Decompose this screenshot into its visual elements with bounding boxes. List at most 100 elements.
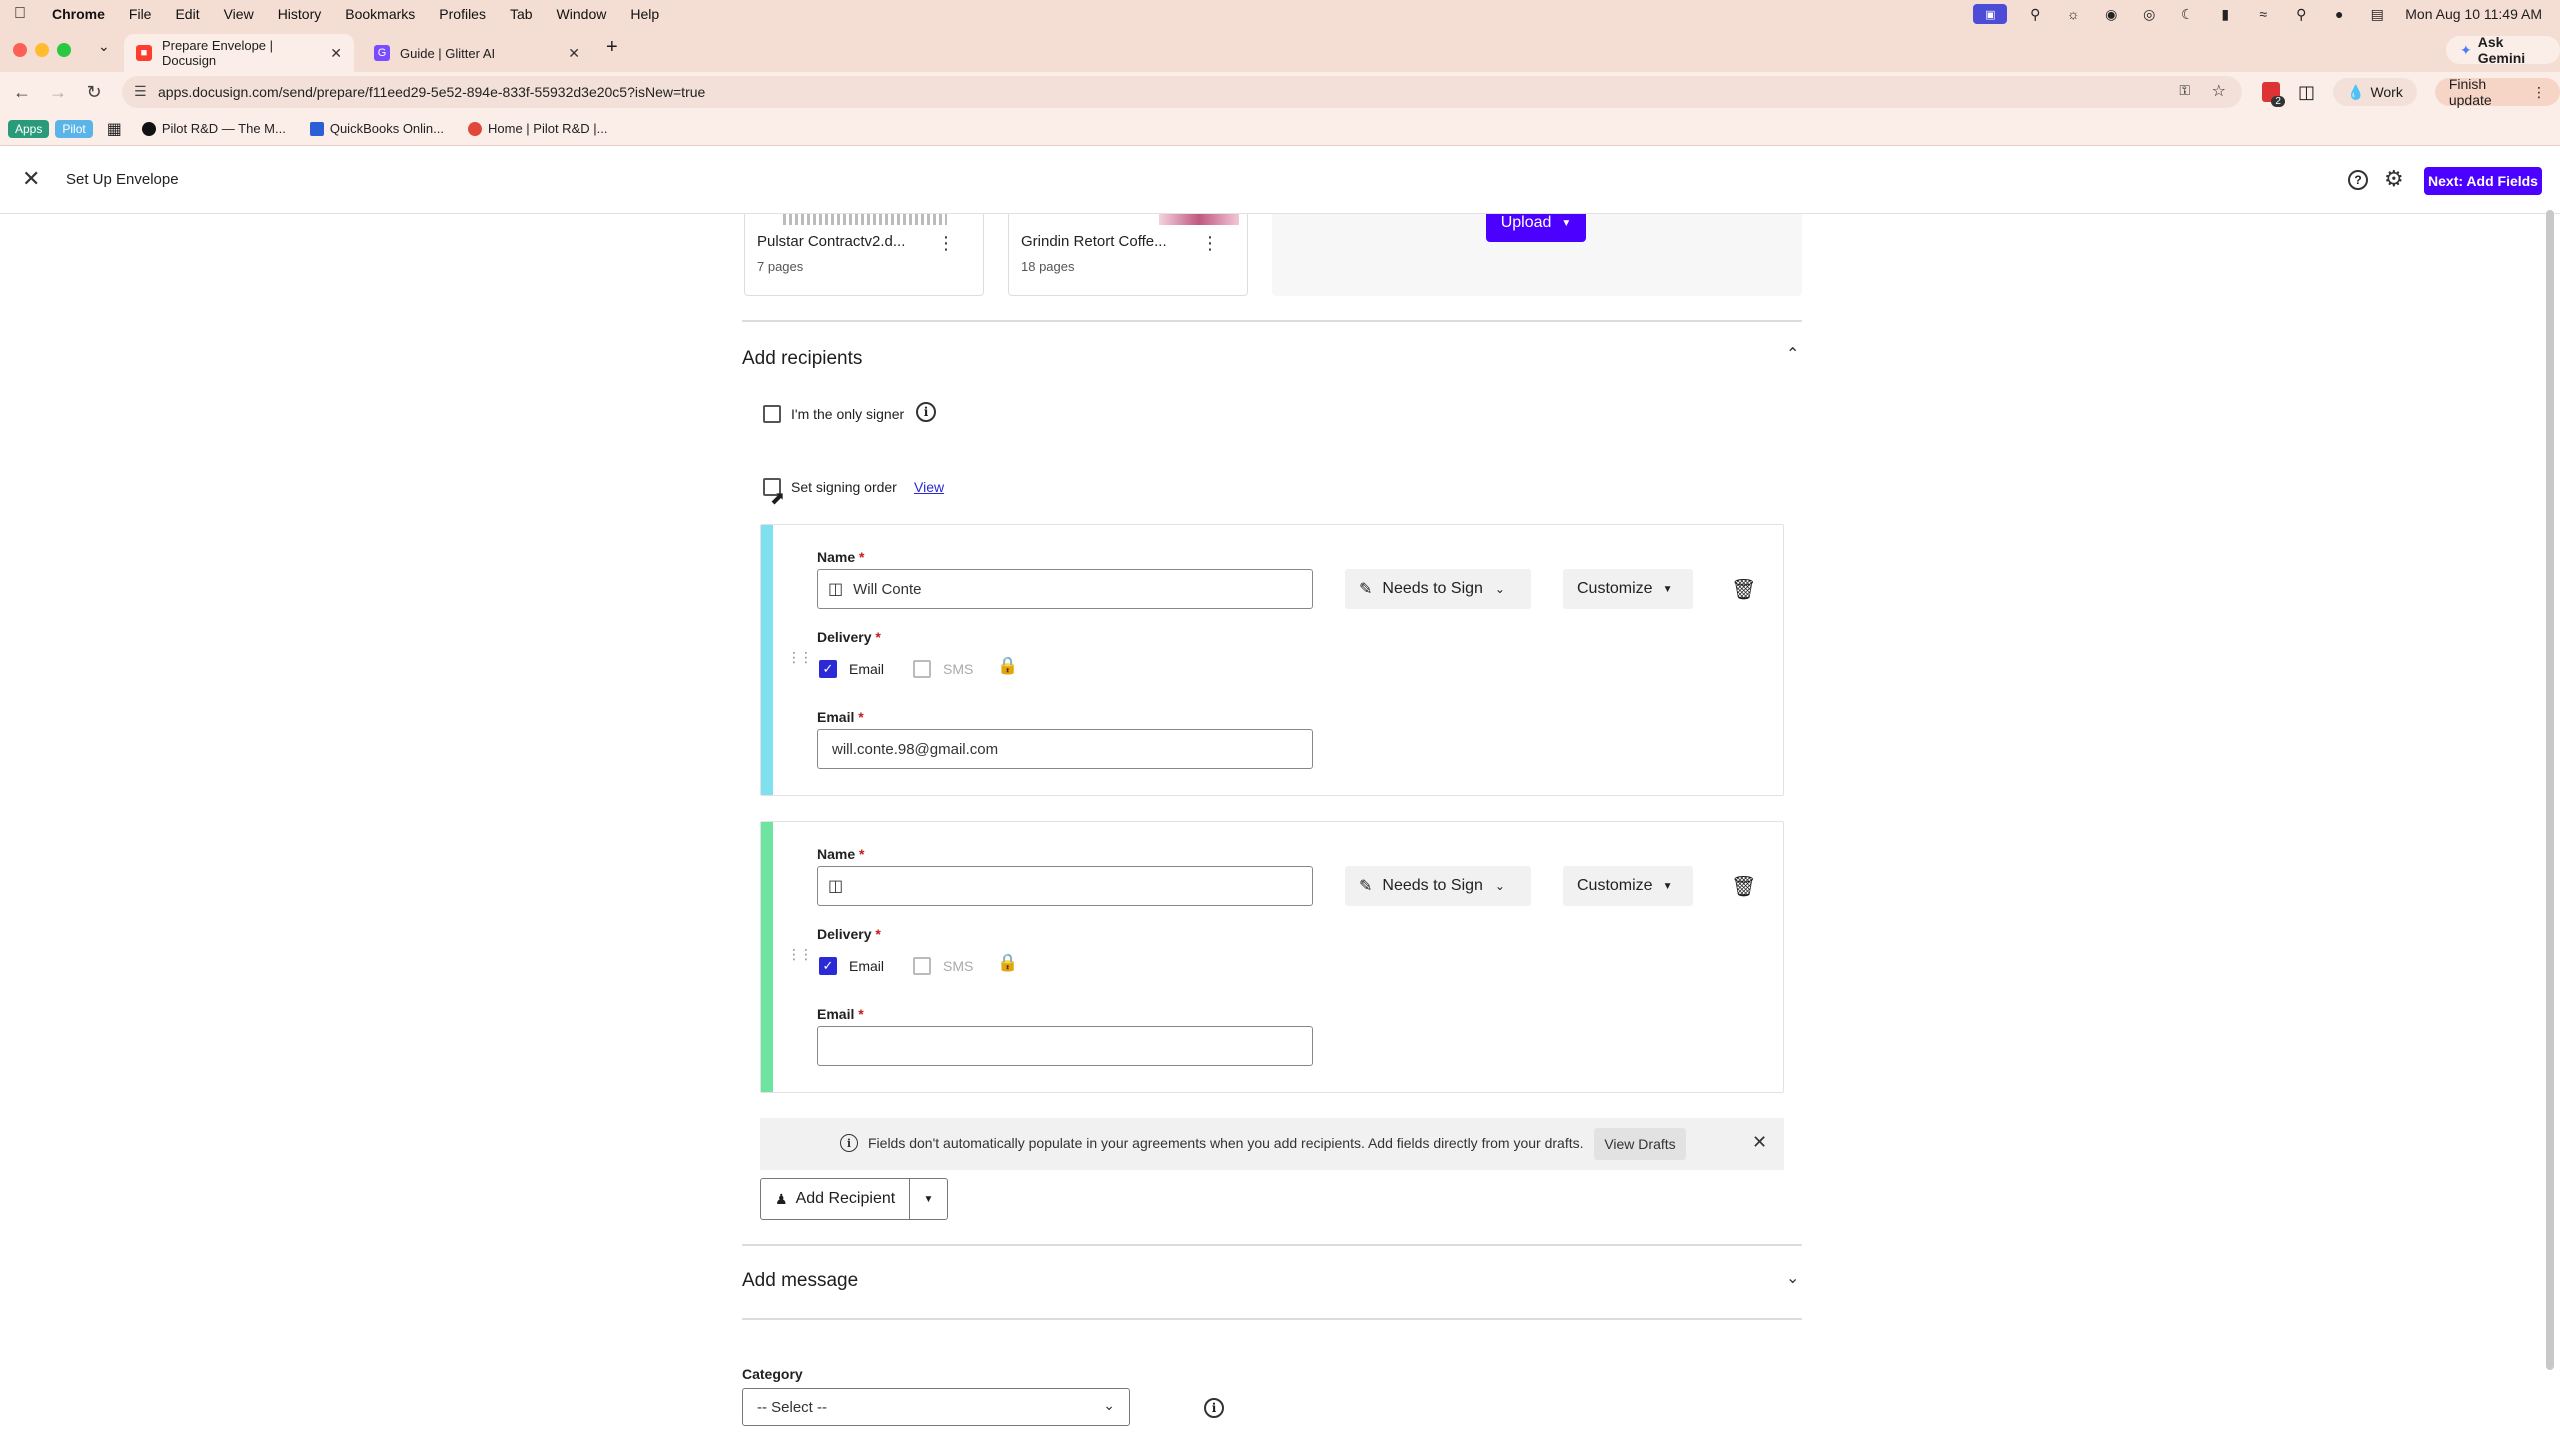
chevron-up-icon[interactable]: ⌃ — [1786, 344, 1799, 364]
needs-to-sign-dropdown[interactable]: ✎ Needs to Sign ⌄ — [1345, 866, 1531, 906]
mouse-cursor-icon: ⬈ — [770, 488, 786, 508]
info-icon[interactable]: i — [1204, 1398, 1224, 1418]
sms-delivery-checkbox[interactable] — [913, 957, 931, 975]
menu-app-name[interactable]: Chrome — [52, 6, 105, 22]
search-status-icon[interactable]: ⚲ — [2025, 6, 2045, 22]
bookmark-item[interactable]: Pilot R&D — The M... — [141, 121, 286, 136]
caret-down-icon: ▼ — [1561, 217, 1572, 229]
window-close-button[interactable] — [13, 43, 27, 57]
recipient-name-input[interactable]: ◫ — [817, 866, 1313, 906]
section-heading-message[interactable]: Add message — [742, 1270, 858, 1292]
chevron-down-icon: ⌄ — [1494, 879, 1505, 893]
menu-view[interactable]: View — [224, 6, 254, 22]
recipient-email-input[interactable] — [817, 1026, 1313, 1066]
trash-icon[interactable]: 🗑 — [1731, 577, 1756, 602]
new-tab-icon[interactable]: + — [606, 36, 618, 59]
view-signing-order-link[interactable]: View — [914, 479, 944, 495]
chevron-down-icon: ⌄ — [1103, 1397, 1115, 1413]
close-icon[interactable]: ✕ — [22, 166, 40, 192]
info-icon[interactable]: i — [916, 402, 936, 422]
window-minimize-button[interactable] — [35, 43, 49, 57]
more-vertical-icon[interactable]: ⋮ — [1201, 233, 1219, 254]
contacts-book-icon[interactable]: ◫ — [828, 579, 843, 599]
close-banner-icon[interactable]: ✕ — [1752, 1132, 1767, 1153]
recipient-color-stripe — [761, 525, 773, 795]
sms-delivery-checkbox[interactable] — [913, 660, 931, 678]
chevron-down-icon[interactable]: ⌄ — [1786, 1268, 1799, 1288]
ask-gemini-button[interactable]: ✦ Ask Gemini — [2446, 34, 2560, 66]
bookmark-pilot[interactable]: Pilot — [55, 119, 93, 138]
view-drafts-button[interactable]: View Drafts — [1594, 1128, 1686, 1160]
tab-docusign[interactable]: ■ Prepare Envelope | Docusign ✕ — [124, 34, 354, 72]
needs-to-sign-dropdown[interactable]: ✎ Needs to Sign ⌄ — [1345, 569, 1531, 609]
add-recipient-menu-button[interactable]: ▼ — [909, 1179, 947, 1219]
menu-window[interactable]: Window — [557, 6, 607, 22]
document-card[interactable]: Grindin Retort Coffe... 18 pages ⋮ — [1008, 214, 1248, 296]
menu-history[interactable]: History — [278, 6, 322, 22]
bookmark-star-icon[interactable]: ☆ — [2212, 81, 2226, 101]
bookmark-label: QuickBooks Onlin... — [329, 121, 444, 136]
more-vertical-icon[interactable]: ⋮ — [937, 233, 955, 254]
clock[interactable]: Mon Aug 10 11:49 AM — [2405, 6, 2542, 22]
add-recipient-button[interactable]: ♟ Add Recipient — [761, 1179, 909, 1219]
finish-update-button[interactable]: Finish update ⋮ — [2434, 76, 2560, 108]
password-key-icon[interactable]: ⚿ — [2179, 82, 2190, 99]
apps-grid-icon[interactable]: ▦ — [107, 119, 122, 139]
lock-icon[interactable]: 🔒 — [997, 656, 1018, 676]
moon-icon[interactable]: ☾ — [2177, 6, 2197, 22]
tab-glitter[interactable]: G Guide | Glitter AI ✕ — [362, 34, 592, 72]
email-delivery-checkbox[interactable]: ✓ — [819, 957, 837, 975]
menu-edit[interactable]: Edit — [175, 6, 199, 22]
gear-icon[interactable]: ⚙ — [2384, 166, 2404, 192]
siri-icon[interactable]: ● — [2329, 6, 2349, 22]
customize-dropdown[interactable]: Customize ▼ — [1563, 866, 1693, 906]
bookmark-item[interactable]: Home | Pilot R&D |... — [468, 121, 607, 136]
menu-profiles[interactable]: Profiles — [439, 6, 486, 22]
recipient-email-input[interactable]: will.conte.98@gmail.com — [817, 729, 1313, 769]
menu-help[interactable]: Help — [630, 6, 659, 22]
address-bar[interactable]: ☰ apps.docusign.com/send/prepare/f11eed2… — [122, 76, 2242, 108]
profile-button[interactable]: 💧 Work — [2333, 78, 2417, 106]
apple-icon[interactable]:  — [14, 5, 42, 23]
upload-dropzone[interactable]: Upload ▼ — [1272, 214, 1802, 296]
spotlight-icon[interactable]: ⚲ — [2291, 6, 2311, 22]
brightness-icon[interactable]: ☼ — [2063, 6, 2083, 22]
focus-icon[interactable]: ◎ — [2139, 6, 2159, 22]
tab-search-chevron-icon[interactable]: ⌄ — [98, 38, 110, 55]
document-card[interactable]: Pulstar Contractv2.d... 7 pages ⋮ — [744, 214, 984, 296]
extension-icon[interactable]: 2 — [2262, 82, 2285, 107]
only-signer-checkbox[interactable] — [763, 405, 781, 423]
close-tab-icon[interactable]: ✕ — [330, 45, 342, 62]
trash-icon[interactable]: 🗑 — [1731, 874, 1756, 899]
menu-bookmarks[interactable]: Bookmarks — [345, 6, 415, 22]
reload-icon[interactable]: ↻ — [82, 80, 106, 104]
screen-share-icon[interactable]: ▣ — [1973, 4, 2008, 24]
bookmark-apps[interactable]: Apps — [8, 119, 50, 138]
contacts-book-icon[interactable]: ◫ — [828, 876, 843, 896]
lock-icon[interactable]: 🔒 — [997, 953, 1018, 973]
game-controller-icon[interactable]: ◉ — [2101, 6, 2121, 22]
upload-button[interactable]: Upload ▼ — [1486, 214, 1586, 242]
site-settings-icon[interactable]: ☰ — [134, 83, 147, 100]
email-delivery-checkbox[interactable]: ✓ — [819, 660, 837, 678]
help-icon[interactable]: ? — [2348, 170, 2368, 190]
customize-dropdown[interactable]: Customize ▼ — [1563, 569, 1693, 609]
next-add-fields-button[interactable]: Next: Add Fields — [2424, 167, 2542, 195]
wifi-icon[interactable]: ≈ — [2253, 6, 2273, 22]
close-tab-icon[interactable]: ✕ — [568, 45, 580, 62]
window-zoom-button[interactable] — [57, 43, 71, 57]
recipient-name-input[interactable]: ◫ Will Conte — [817, 569, 1313, 609]
bookmark-item[interactable]: QuickBooks Onlin... — [309, 121, 444, 136]
drag-handle-icon[interactable]: ⋮⋮ — [787, 649, 813, 666]
control-center-icon[interactable]: ▤ — [2367, 6, 2387, 22]
forward-arrow-icon[interactable]: → — [46, 80, 70, 104]
bookmarks-bar: Apps Pilot ▦ Pilot R&D — The M... QuickB… — [0, 112, 2560, 146]
drag-handle-icon[interactable]: ⋮⋮ — [787, 946, 813, 963]
page-scrollbar[interactable] — [2546, 210, 2554, 1370]
category-select[interactable]: -- Select -- ⌄ — [742, 1388, 1130, 1426]
menu-tab[interactable]: Tab — [510, 6, 533, 22]
battery-icon[interactable]: ▮ — [2215, 6, 2235, 22]
extensions-puzzle-icon[interactable]: ◫ — [2298, 82, 2315, 103]
menu-file[interactable]: File — [129, 6, 152, 22]
back-arrow-icon[interactable]: ← — [10, 80, 34, 104]
